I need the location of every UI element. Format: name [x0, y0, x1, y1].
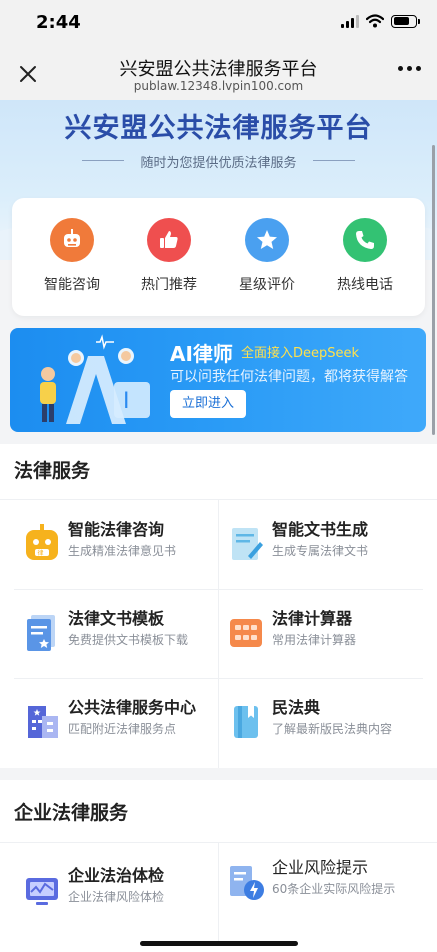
service-name: 民法典 — [272, 698, 321, 717]
banner-title: AI律师 — [170, 342, 233, 366]
service-desc: 生成专属法律文书 — [272, 544, 369, 558]
scrollbar[interactable] — [432, 145, 435, 435]
service-name: 企业法治体检 — [68, 866, 165, 885]
more-menu-icon[interactable] — [398, 66, 421, 71]
service-desc: 60条企业实际风险提示 — [272, 882, 396, 896]
nav-title: 兴安盟公共法律服务平台 — [119, 59, 318, 80]
service-name: 智能法律咨询 — [68, 520, 165, 539]
enter-now-button[interactable]: 立即进入 — [170, 390, 246, 418]
service-desc: 免费提供文书模板下载 — [68, 633, 189, 647]
service-document-template[interactable]: 法律文书模板 免费提供文书模板下载 — [8, 591, 213, 679]
enterprise-services-section: 企业法律服务 企业法治体检 企业法律风险体检 企业风险提示 60条企业实际风险提… — [0, 780, 437, 952]
signal-icon — [341, 14, 359, 28]
home-indicator[interactable] — [140, 941, 298, 946]
ai-lawyer-banner[interactable]: I AI律师 全面接入DeepSeek 可以问我任何法律问题，都将获得解答 立即… — [10, 328, 426, 432]
robot-icon — [50, 218, 94, 262]
service-desc: 匹配附近法律服务点 — [68, 722, 177, 736]
status-icons — [341, 14, 420, 28]
star-icon — [245, 218, 289, 262]
service-enterprise-risk-alert[interactable]: 企业风险提示 60条企业实际风险提示 — [212, 840, 417, 928]
service-smart-legal-consult[interactable]: 律 智能法律咨询 生成精准法律意见书 — [8, 502, 213, 590]
hero-title: 兴安盟公共法律服务平台 — [64, 113, 373, 144]
status-bar: 2:44 — [0, 0, 437, 48]
service-desc: 生成精准法律意见书 — [68, 544, 177, 558]
risk-alert-icon — [230, 866, 264, 900]
status-time: 2:44 — [36, 12, 81, 33]
banner-description: 可以问我任何法律问题，都将获得解答 — [170, 369, 408, 385]
svg-text:I: I — [123, 389, 130, 414]
phone-icon — [343, 218, 387, 262]
service-name: 智能文书生成 — [272, 520, 369, 539]
banner-tag: 全面接入DeepSeek — [241, 346, 360, 361]
battery-icon — [391, 14, 420, 28]
ai-illustration: I — [40, 334, 150, 424]
wifi-icon — [366, 14, 384, 28]
hero-subtitle: 随时为您提供优质法律服务 — [140, 156, 297, 171]
nav-bar: 兴安盟公共法律服务平台 publaw.12348.lvpin100.com — [0, 48, 437, 100]
quick-item-hotline[interactable]: 热线电话 — [315, 218, 415, 294]
service-legal-calculator[interactable]: 法律计算器 常用法律计算器 — [212, 591, 417, 679]
service-desc: 企业法律风险体检 — [68, 890, 165, 904]
quick-item-star-rating[interactable]: 星级评价 — [217, 218, 317, 294]
thumbs-up-icon — [147, 218, 191, 262]
service-name: 公共法律服务中心 — [68, 698, 197, 717]
book-icon — [234, 706, 258, 738]
section-title-enterprise-services: 企业法律服务 — [14, 802, 129, 824]
robot-icon: 律 — [26, 524, 58, 560]
service-name: 法律文书模板 — [68, 609, 165, 628]
hero-divider-right — [313, 160, 355, 161]
quick-actions-card: 智能咨询 热门推荐 星级评价 热线电话 — [12, 198, 425, 316]
monitor-icon — [26, 878, 58, 905]
service-desc: 了解最新版民法典内容 — [272, 722, 393, 736]
template-icon — [27, 615, 55, 651]
quick-label: 热线电话 — [337, 277, 393, 293]
quick-label: 热门推荐 — [141, 277, 197, 293]
quick-label: 智能咨询 — [44, 277, 100, 293]
section-title-legal-services: 法律服务 — [14, 460, 91, 482]
quick-item-hot-recommend[interactable]: 热门推荐 — [119, 218, 219, 294]
service-name: 法律计算器 — [272, 609, 353, 628]
service-desc: 常用法律计算器 — [272, 633, 357, 647]
svg-text:律: 律 — [38, 549, 44, 557]
legal-services-section: 法律服务 律 智能法律咨询 生成精准法律意见书 智能文书生成 生成专属法律文书 … — [0, 444, 437, 768]
service-enterprise-health-check[interactable]: 企业法治体检 企业法律风险体检 — [8, 848, 213, 936]
quick-label: 星级评价 — [239, 277, 295, 293]
calculator-icon — [230, 619, 262, 647]
nav-url: publaw.12348.lvpin100.com — [133, 79, 304, 93]
building-icon — [28, 706, 58, 738]
service-smart-document[interactable]: 智能文书生成 生成专属法律文书 — [212, 502, 417, 590]
quick-item-smart-consult[interactable]: 智能咨询 — [22, 218, 122, 294]
service-name: 企业风险提示 — [272, 858, 369, 877]
service-public-legal-center[interactable]: 公共法律服务中心 匹配附近法律服务点 — [8, 680, 213, 768]
service-civil-code[interactable]: 民法典 了解最新版民法典内容 — [212, 680, 417, 768]
document-icon — [232, 528, 263, 560]
